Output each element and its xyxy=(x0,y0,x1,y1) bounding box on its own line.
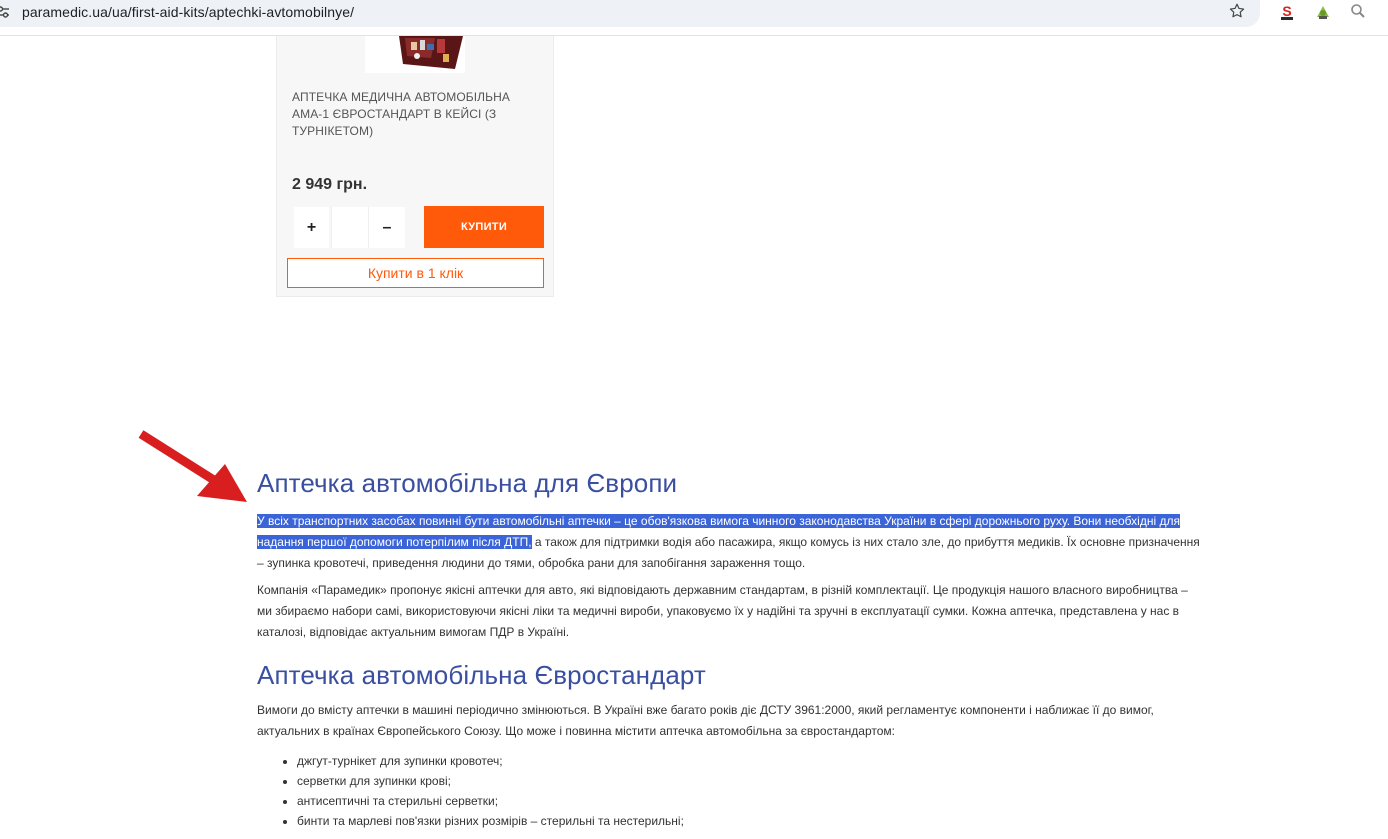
extension-icon[interactable] xyxy=(1314,3,1332,21)
article-heading-eurostandard: Аптечка автомобільна Євростандарт xyxy=(257,660,706,690)
article-heading-europe: Аптечка автомобільна для Європи xyxy=(257,468,678,498)
svg-text:S: S xyxy=(1282,3,1291,19)
tune-icon[interactable] xyxy=(0,5,10,19)
quantity-increase-button[interactable]: + xyxy=(294,207,329,248)
list-item: бинти та марлеві пов'язки різних розмірі… xyxy=(297,811,1242,831)
quantity-decrease-button[interactable]: – xyxy=(369,207,405,248)
product-card[interactable]: АПТЕЧКА МЕДИЧНА АВТОМОБІЛЬНА АМА-1 ЄВРОС… xyxy=(276,36,554,297)
first-aid-kit-image xyxy=(365,36,465,73)
list-item: серветки для зупинки крові; xyxy=(297,771,1242,791)
kit-contents-list: джгут-турнікет для зупинки кровотеч; сер… xyxy=(257,751,1242,831)
list-item: джгут-турнікет для зупинки кровотеч; xyxy=(297,751,1242,771)
star-icon[interactable] xyxy=(1228,2,1246,20)
buy-one-click-button[interactable]: Купити в 1 клік xyxy=(287,258,544,288)
search-icon[interactable] xyxy=(1350,3,1366,19)
list-item: антисептичні та стерильні серветки; xyxy=(297,791,1242,811)
product-title[interactable]: АПТЕЧКА МЕДИЧНА АВТОМОБІЛЬНА АМА-1 ЄВРОС… xyxy=(292,89,532,140)
product-image[interactable] xyxy=(365,36,465,73)
url-text[interactable]: paramedic.ua/ua/first-aid-kits/aptechki-… xyxy=(22,4,354,20)
buy-button[interactable]: КУПИТИ xyxy=(424,206,544,248)
product-price: 2 949 грн. xyxy=(292,176,368,193)
address-bar[interactable]: paramedic.ua/ua/first-aid-kits/aptechki-… xyxy=(0,0,1260,27)
article-paragraph-3: Вимоги до вмісту аптечки в машині період… xyxy=(257,703,1154,738)
article-paragraph-1: У всіх транспортних засобах повинні бути… xyxy=(257,511,1202,574)
arrow-icon xyxy=(138,430,247,502)
extension-icon[interactable]: S xyxy=(1278,2,1296,22)
browser-toolbar: paramedic.ua/ua/first-aid-kits/aptechki-… xyxy=(0,0,1388,36)
quantity-input[interactable] xyxy=(331,207,369,248)
article-paragraph-2: Компанія «Парамедик» пропонує якісні апт… xyxy=(257,583,1188,639)
